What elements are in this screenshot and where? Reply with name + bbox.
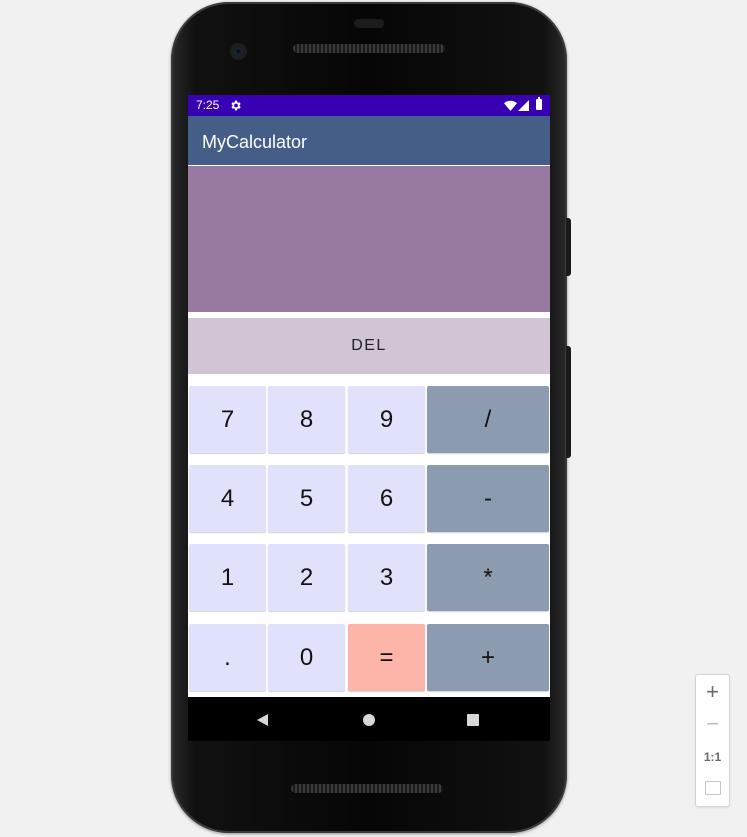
zoom-out-button[interactable]: −	[696, 712, 729, 736]
top-speaker-grille	[293, 44, 445, 53]
key-divide[interactable]: /	[427, 386, 549, 453]
key-5[interactable]: 5	[268, 465, 345, 532]
status-bar: 7:25	[188, 95, 550, 116]
device-screen: 7:25 MyCalculator DEL 7 8 9 / 4 5 6 - 1 …	[188, 95, 550, 741]
bottom-speaker-grille	[291, 784, 443, 793]
key-decimal[interactable]: .	[189, 624, 266, 691]
key-7[interactable]: 7	[189, 386, 266, 453]
key-4[interactable]: 4	[189, 465, 266, 532]
status-time: 7:25	[196, 98, 220, 112]
key-3[interactable]: 3	[348, 544, 425, 611]
key-9[interactable]: 9	[348, 386, 425, 453]
key-equals[interactable]: =	[348, 624, 425, 691]
signal-icon	[518, 100, 529, 111]
battery-icon	[536, 97, 542, 110]
calculator-content: DEL 7 8 9 / 4 5 6 - 1 2 3 * . 0 = +	[188, 165, 550, 697]
back-icon[interactable]	[257, 714, 268, 726]
power-button[interactable]	[566, 218, 571, 276]
front-camera-icon	[230, 43, 247, 60]
fit-screen-icon[interactable]	[705, 781, 721, 795]
app-bar: MyCalculator	[188, 116, 550, 165]
delete-button[interactable]: DEL	[188, 318, 550, 374]
key-subtract[interactable]: -	[427, 465, 549, 532]
recents-icon[interactable]	[467, 714, 479, 726]
key-2[interactable]: 2	[268, 544, 345, 611]
key-1[interactable]: 1	[189, 544, 266, 611]
key-0[interactable]: 0	[268, 624, 345, 691]
key-add[interactable]: +	[427, 624, 549, 691]
key-8[interactable]: 8	[268, 386, 345, 453]
zoom-in-button[interactable]: +	[696, 680, 729, 704]
actual-size-button[interactable]: 1:1	[696, 750, 729, 764]
key-6[interactable]: 6	[348, 465, 425, 532]
emulator-zoom-controls: + − 1:1	[695, 674, 730, 807]
key-multiply[interactable]: *	[427, 544, 549, 611]
volume-button[interactable]	[566, 346, 571, 458]
result-display	[188, 166, 550, 312]
wifi-icon	[504, 100, 517, 111]
navigation-bar	[188, 697, 550, 741]
earpiece	[354, 19, 384, 28]
home-icon[interactable]	[363, 714, 375, 726]
app-title: MyCalculator	[202, 132, 308, 152]
gear-icon	[231, 100, 241, 111]
